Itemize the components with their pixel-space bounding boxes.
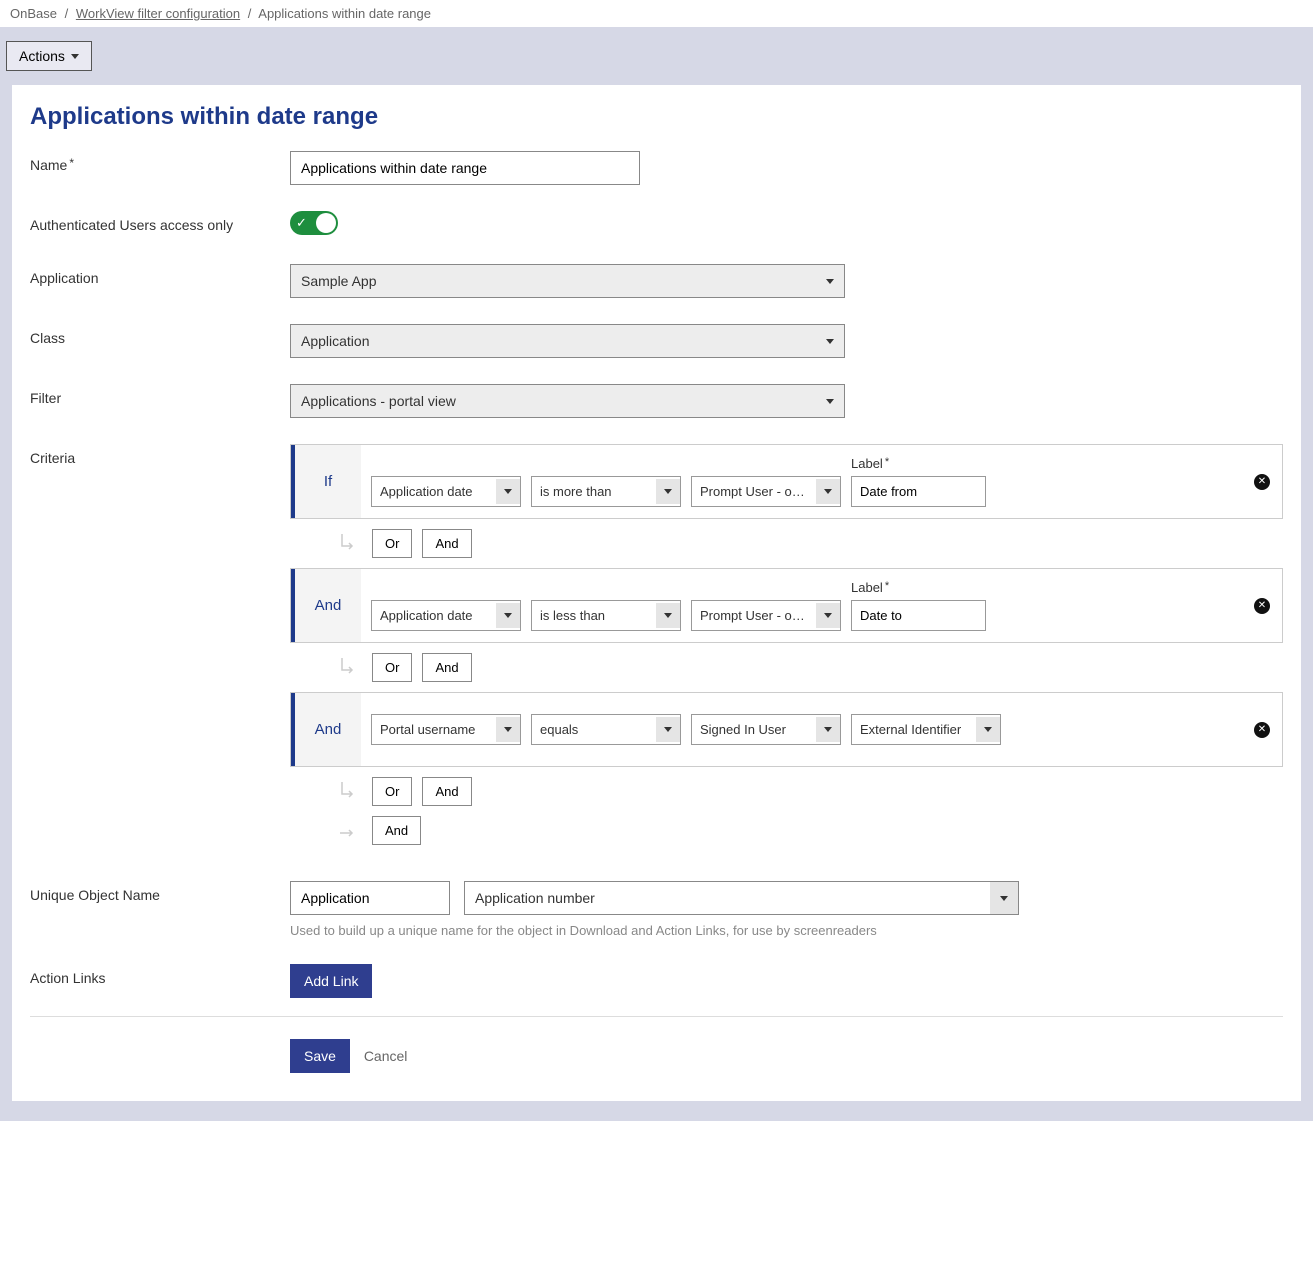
actions-button-label: Actions xyxy=(19,48,65,64)
breadcrumb: OnBase / WorkView filter configuration /… xyxy=(0,0,1313,27)
actions-dropdown-button[interactable]: Actions xyxy=(6,41,92,71)
criteria-gate: And xyxy=(291,569,361,642)
remove-criteria-icon[interactable]: ✕ xyxy=(1254,722,1270,738)
unique-object-name-input[interactable] xyxy=(290,881,450,915)
criteria-gate: And xyxy=(291,693,361,766)
criteria-operator-select[interactable]: is more than xyxy=(531,476,681,507)
caret-down-icon xyxy=(984,727,992,732)
add-or-button[interactable]: Or xyxy=(372,653,412,682)
add-and-group-button[interactable]: And xyxy=(372,816,421,845)
criteria-label-input[interactable] xyxy=(851,600,986,631)
cancel-button[interactable]: Cancel xyxy=(354,1039,418,1073)
add-and-button[interactable]: And xyxy=(422,653,471,682)
action-bar: Actions Applications within date range N… xyxy=(0,27,1313,1121)
application-label: Application xyxy=(30,264,290,286)
class-label: Class xyxy=(30,324,290,346)
criteria-row: If Application date xyxy=(290,444,1283,519)
unique-help-text: Used to build up a unique name for the o… xyxy=(290,923,1283,938)
class-select-value: Application xyxy=(301,333,370,349)
filter-select[interactable]: Applications - portal view xyxy=(290,384,845,418)
add-link-button[interactable]: Add Link xyxy=(290,964,372,998)
criteria-attribute-select[interactable]: Application date xyxy=(371,476,521,507)
caret-down-icon xyxy=(664,613,672,618)
criteria-operator-select[interactable]: equals xyxy=(531,714,681,745)
criteria-operator-select[interactable]: is less than xyxy=(531,600,681,631)
auth-only-label: Authenticated Users access only xyxy=(30,211,290,233)
remove-criteria-icon[interactable]: ✕ xyxy=(1254,598,1270,614)
application-select[interactable]: Sample App xyxy=(290,264,845,298)
action-links-label: Action Links xyxy=(30,964,290,986)
caret-down-icon xyxy=(826,339,834,344)
criteria-value-source-select[interactable]: Signed In User xyxy=(691,714,841,745)
criteria-value-source-select[interactable]: Prompt User - opt... xyxy=(691,476,841,507)
unique-object-name-label: Unique Object Name xyxy=(30,881,290,903)
auth-only-toggle[interactable]: ✓ xyxy=(290,211,338,235)
criteria-label: Criteria xyxy=(30,444,290,466)
page-title: Applications within date range xyxy=(30,103,1283,131)
caret-down-icon xyxy=(71,54,79,59)
name-label: Name* xyxy=(30,151,290,173)
caret-down-icon xyxy=(1000,896,1008,901)
caret-down-icon xyxy=(504,727,512,732)
caret-down-icon xyxy=(824,489,832,494)
breadcrumb-root: OnBase xyxy=(10,6,57,21)
add-and-button[interactable]: And xyxy=(422,777,471,806)
add-and-button[interactable]: And xyxy=(422,529,471,558)
filter-label: Filter xyxy=(30,384,290,406)
criteria-value-source-select[interactable]: Prompt User - opt... xyxy=(691,600,841,631)
save-button[interactable]: Save xyxy=(290,1039,350,1073)
caret-down-icon xyxy=(824,613,832,618)
filter-select-value: Applications - portal view xyxy=(301,393,456,409)
breadcrumb-current: Applications within date range xyxy=(258,6,431,21)
caret-down-icon xyxy=(824,727,832,732)
caret-down-icon xyxy=(504,489,512,494)
caret-down-icon xyxy=(664,489,672,494)
breadcrumb-link[interactable]: WorkView filter configuration xyxy=(76,6,240,21)
caret-down-icon xyxy=(826,279,834,284)
criteria-attribute-select[interactable]: Portal username xyxy=(371,714,521,745)
class-select[interactable]: Application xyxy=(290,324,845,358)
application-select-value: Sample App xyxy=(301,273,377,289)
connector-arrow-icon xyxy=(338,658,358,678)
criteria-attribute-select[interactable]: Application date xyxy=(371,600,521,631)
criteria-label-field-label: Label* xyxy=(851,580,986,596)
connector-arrow-icon xyxy=(338,782,358,802)
unique-object-attribute-select[interactable]: Application number xyxy=(464,881,1019,915)
add-or-button[interactable]: Or xyxy=(372,529,412,558)
caret-down-icon xyxy=(826,399,834,404)
criteria-row: And Application date xyxy=(290,568,1283,643)
criteria-extra-select[interactable]: External Identifier xyxy=(851,714,1001,745)
criteria-gate: If xyxy=(291,445,361,518)
criteria-row: And Portal username equals xyxy=(290,692,1283,767)
check-icon: ✓ xyxy=(296,215,307,231)
criteria-block: If Application date xyxy=(290,444,1283,855)
caret-down-icon xyxy=(504,613,512,618)
divider xyxy=(30,1016,1283,1017)
criteria-label-input[interactable] xyxy=(851,476,986,507)
caret-down-icon xyxy=(664,727,672,732)
connector-arrow-icon xyxy=(338,821,358,841)
add-or-button[interactable]: Or xyxy=(372,777,412,806)
criteria-label-field-label: Label* xyxy=(851,456,986,472)
name-input[interactable] xyxy=(290,151,640,185)
connector-arrow-icon xyxy=(338,534,358,554)
remove-criteria-icon[interactable]: ✕ xyxy=(1254,474,1270,490)
